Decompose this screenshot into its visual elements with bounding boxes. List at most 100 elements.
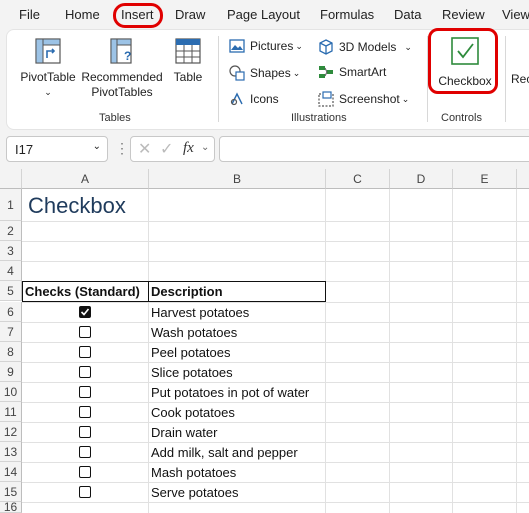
svg-text:?: ? [124, 49, 131, 63]
task-description[interactable]: Slice potatoes [151, 365, 233, 380]
enter-icon[interactable]: ✓ [160, 139, 173, 159]
gridline [148, 189, 149, 513]
column-header-d[interactable]: D [390, 169, 453, 189]
tab-draw[interactable]: Draw [175, 7, 205, 22]
spreadsheet-grid: A B C D E 1 2 3 4 5 6 7 8 9 10 11 12 13 … [0, 169, 529, 513]
row-header-2[interactable]: 2 [0, 221, 22, 241]
task-description[interactable]: Harvest potatoes [151, 305, 249, 320]
gridline [22, 342, 529, 343]
screenshot-button[interactable]: Screenshot ⌄ [318, 91, 409, 107]
task-description[interactable]: Serve potatoes [151, 485, 238, 500]
cube-icon [319, 39, 333, 55]
task-checkbox[interactable] [79, 386, 91, 398]
column-header-e[interactable]: E [453, 169, 517, 189]
task-checkbox[interactable] [79, 306, 91, 318]
gridline [516, 189, 517, 513]
table-label: Table [173, 70, 203, 84]
column-header-c[interactable]: C [326, 169, 390, 189]
select-all-corner[interactable] [0, 169, 22, 189]
task-description[interactable]: Wash potatoes [151, 325, 237, 340]
row-header-8[interactable]: 8 [0, 342, 22, 362]
task-description[interactable]: Mash potatoes [151, 465, 236, 480]
row-header-15[interactable]: 15 [0, 482, 22, 502]
gridline [22, 442, 529, 443]
formula-bar: I17 ⌄ ⋮ ✕ ✓ fx ⌄ [0, 136, 529, 164]
chevron-down-icon: ⌄ [404, 41, 412, 52]
row-header-14[interactable]: 14 [0, 462, 22, 482]
column-header-b[interactable]: B [149, 169, 326, 189]
task-checkbox[interactable] [79, 426, 91, 438]
column-header-a[interactable]: A [22, 169, 149, 189]
task-description[interactable]: Cook potatoes [151, 405, 235, 420]
header-description[interactable]: Description [151, 284, 223, 299]
checkmark-icon [80, 308, 90, 316]
gridline [22, 502, 529, 503]
row-header-7[interactable]: 7 [0, 322, 22, 342]
3d-models-button[interactable]: 3D Models ⌄ [318, 39, 412, 55]
more-options-icon[interactable]: ⋮ [115, 140, 129, 157]
task-description[interactable]: Put potatoes in pot of water [151, 385, 309, 400]
task-checkbox[interactable] [79, 486, 91, 498]
task-checkbox[interactable] [79, 406, 91, 418]
task-description[interactable]: Add milk, salt and pepper [151, 445, 298, 460]
tab-review[interactable]: Review [442, 7, 485, 22]
row-header-5[interactable]: 5 [0, 281, 22, 301]
formula-input[interactable] [219, 136, 529, 162]
task-description[interactable]: Peel potatoes [151, 345, 231, 360]
task-checkbox[interactable] [79, 446, 91, 458]
icons-button[interactable]: Icons [229, 91, 279, 107]
tables-group-label: Tables [99, 112, 131, 124]
separator [218, 36, 219, 122]
row-header-13[interactable]: 13 [0, 442, 22, 462]
tab-file[interactable]: File [19, 7, 40, 22]
task-checkbox[interactable] [79, 466, 91, 478]
task-checkbox[interactable] [79, 326, 91, 338]
column-header-f[interactable] [517, 169, 529, 189]
chevron-down-icon[interactable]: ⌄ [93, 141, 101, 152]
header-checks[interactable]: Checks (Standard) [25, 284, 140, 299]
table-header-divider [148, 281, 149, 302]
smartart-icon [319, 66, 333, 78]
tab-data[interactable]: Data [394, 7, 421, 22]
recommended-label-1: Recommended [81, 70, 163, 84]
icons-label: Icons [250, 92, 279, 106]
task-checkbox[interactable] [79, 346, 91, 358]
row-header-1[interactable]: 1 [0, 189, 22, 221]
table-button[interactable]: Table [167, 36, 209, 85]
row-header-16[interactable]: 16 [0, 502, 22, 513]
insert-function-button[interactable]: fx [183, 140, 194, 157]
name-box-value: I17 [15, 142, 34, 157]
row-header-9[interactable]: 9 [0, 362, 22, 382]
smartart-label: SmartArt [339, 65, 387, 79]
formula-buttons: ✕ ✓ fx ⌄ [130, 136, 215, 162]
tab-page-layout[interactable]: Page Layout [227, 7, 300, 22]
screenshot-icon [318, 91, 334, 107]
row-header-6[interactable]: 6 [0, 302, 22, 322]
name-box[interactable]: I17 ⌄ [6, 136, 108, 162]
illustrations-group-label: Illustrations [291, 112, 347, 124]
cut-off-ribbon-button[interactable]: Rec [511, 72, 529, 87]
chevron-down-icon[interactable]: ⌄ [201, 142, 209, 153]
smartart-button[interactable]: SmartArt [318, 65, 386, 79]
pivottable-button[interactable]: PivotTable ⌄ [17, 36, 79, 100]
row-header-3[interactable]: 3 [0, 241, 22, 261]
task-checkbox[interactable] [79, 366, 91, 378]
pictures-button[interactable]: Pictures ⌄ [229, 39, 303, 53]
row-header-10[interactable]: 10 [0, 382, 22, 402]
shapes-button[interactable]: Shapes ⌄ [229, 65, 300, 81]
task-description[interactable]: Drain water [151, 425, 217, 440]
recommended-pivottables-button[interactable]: ? Recommended PivotTables [81, 36, 163, 100]
tab-view[interactable]: View [502, 7, 529, 22]
checkbox-highlight [428, 28, 498, 94]
sheet-title[interactable]: Checkbox [28, 193, 126, 219]
gridline [22, 241, 529, 242]
tab-home[interactable]: Home [65, 7, 100, 22]
row-header-4[interactable]: 4 [0, 261, 22, 281]
gridline [22, 302, 529, 303]
shapes-icon [229, 65, 245, 81]
gridline [22, 402, 529, 403]
row-header-12[interactable]: 12 [0, 422, 22, 442]
row-header-11[interactable]: 11 [0, 402, 22, 422]
tab-formulas[interactable]: Formulas [320, 7, 374, 22]
cancel-icon[interactable]: ✕ [138, 139, 151, 159]
